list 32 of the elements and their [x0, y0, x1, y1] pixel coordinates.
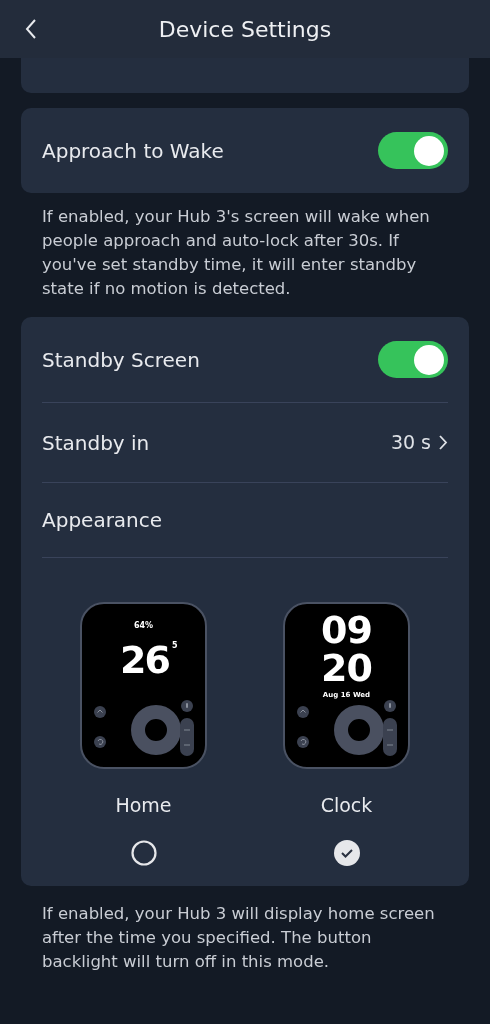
pill-icon	[180, 718, 194, 756]
toggle-switch[interactable]	[378, 341, 448, 378]
row-value: 30 s	[390, 430, 431, 456]
row-label: Appearance	[42, 507, 163, 534]
clock-minute: 20	[320, 648, 373, 688]
superscript-text: 5	[172, 640, 178, 652]
microphone-icon	[181, 700, 193, 712]
row-label: Approach to Wake	[42, 137, 224, 165]
battery-text: 64%	[132, 620, 155, 632]
toggle-switch[interactable]	[378, 132, 448, 169]
standby-row[interactable]: Standby in 30 s	[42, 403, 448, 483]
row-label: Standby in	[42, 429, 150, 457]
radio-button-icon[interactable]	[130, 839, 157, 866]
temperature-text: 26	[120, 640, 169, 680]
option-label: Clock	[320, 793, 373, 818]
home-icon	[94, 706, 106, 718]
microphone-icon	[384, 700, 396, 712]
radio-checked-icon[interactable]	[333, 839, 360, 866]
undo-icon	[94, 736, 106, 748]
dial-icon	[131, 705, 181, 755]
chevron-right-icon	[439, 435, 448, 450]
row-label: Standby Screen	[42, 346, 200, 374]
description-text: If enabled, your Hub 3's screen will wake when people approach and auto-lock after 30s. If you've set standby time, it will enter standby state if no motion is detected.	[41, 206, 431, 300]
undo-icon	[297, 736, 309, 748]
back-icon	[25, 19, 37, 39]
description-text: If enabled, your Hub 3 will display home screen after the time you specified. The button backlight will turn off in this mode.	[41, 902, 436, 973]
dial-icon	[334, 705, 384, 755]
home-icon	[297, 706, 309, 718]
option-label: Home	[115, 793, 172, 818]
pill-icon	[383, 718, 397, 756]
page-title: Device Settings	[158, 15, 332, 44]
clock-hour: 09	[320, 610, 373, 650]
